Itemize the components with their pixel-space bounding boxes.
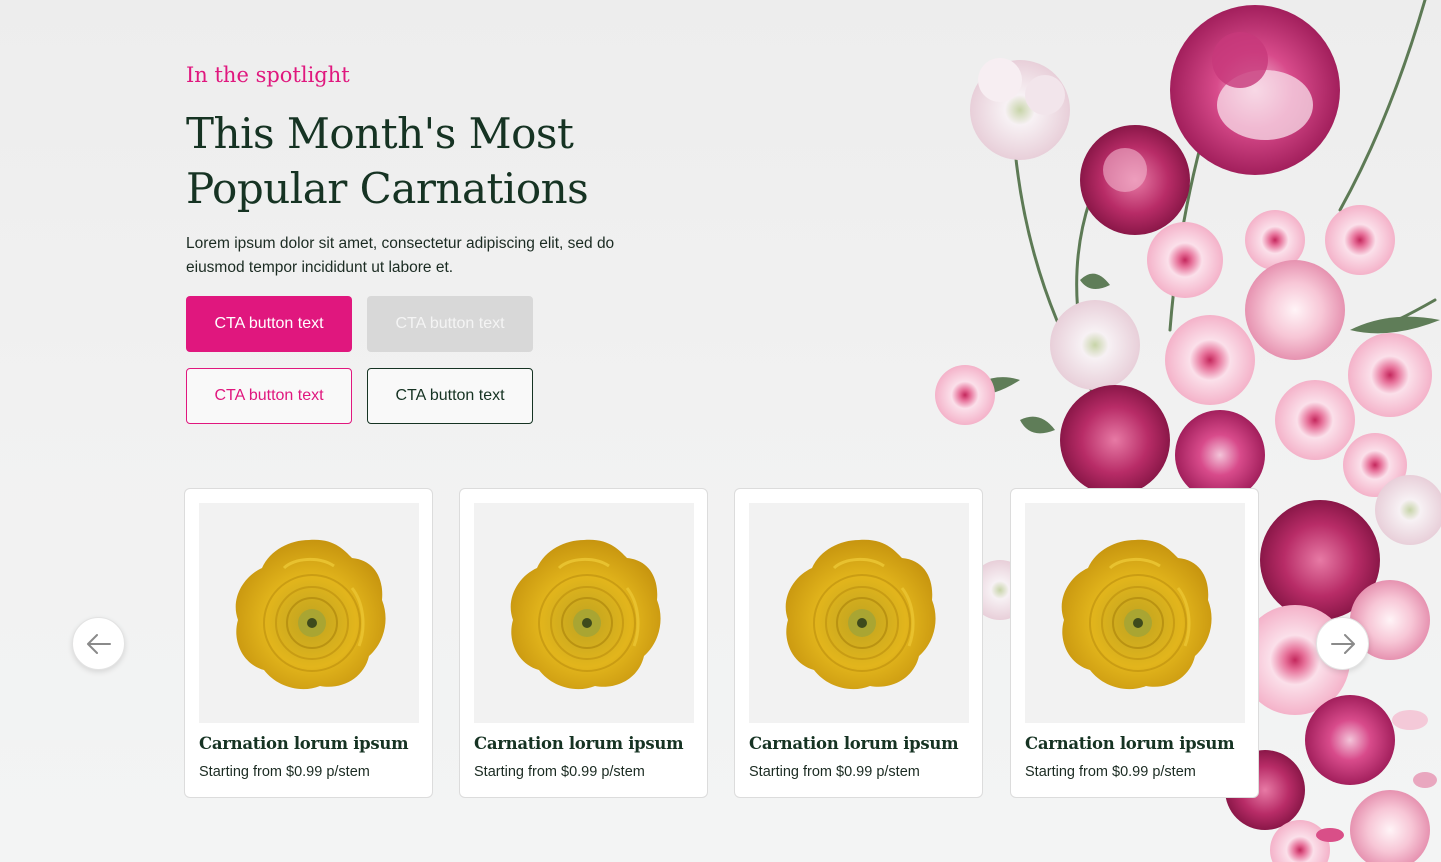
carousel-prev-button[interactable] bbox=[72, 617, 125, 670]
arrow-right-icon bbox=[1330, 633, 1355, 654]
product-price: Starting from $0.99 p/stem bbox=[749, 764, 920, 780]
yellow-ranunculus-image bbox=[234, 538, 388, 691]
product-title: Carnation lorum ipsum bbox=[199, 734, 409, 753]
product-title: Carnation lorum ipsum bbox=[474, 734, 684, 753]
cta-disabled-button[interactable]: CTA button text bbox=[367, 296, 533, 352]
product-image bbox=[474, 503, 694, 723]
product-title: Carnation lorum ipsum bbox=[749, 734, 959, 753]
page-title: This Month's Most Popular Carnations bbox=[186, 109, 589, 213]
product-price: Starting from $0.99 p/stem bbox=[1025, 764, 1196, 780]
page: In the spotlight This Month's Most Popul… bbox=[0, 0, 1441, 862]
carousel-next-button[interactable] bbox=[1316, 617, 1369, 670]
eyebrow-label: In the spotlight bbox=[186, 63, 350, 87]
product-image bbox=[199, 503, 419, 723]
product-image bbox=[749, 503, 969, 723]
cta-primary-button[interactable]: CTA button text bbox=[186, 296, 352, 352]
product-card[interactable]: Carnation lorum ipsum Starting from $0.9… bbox=[734, 488, 983, 798]
product-card[interactable]: Carnation lorum ipsum Starting from $0.9… bbox=[1010, 488, 1259, 798]
yellow-ranunculus-image bbox=[1060, 538, 1214, 691]
product-title: Carnation lorum ipsum bbox=[1025, 734, 1235, 753]
hero-description: Lorem ipsum dolor sit amet, consectetur … bbox=[186, 235, 615, 276]
product-image bbox=[1025, 503, 1245, 723]
cta-outline-pink-button[interactable]: CTA button text bbox=[186, 368, 352, 424]
cta-outline-dark-button[interactable]: CTA button text bbox=[367, 368, 533, 424]
product-price: Starting from $0.99 p/stem bbox=[474, 764, 645, 780]
yellow-ranunculus-image bbox=[509, 538, 663, 691]
arrow-left-icon bbox=[86, 633, 111, 654]
product-card[interactable]: Carnation lorum ipsum Starting from $0.9… bbox=[459, 488, 708, 798]
yellow-ranunculus-image bbox=[784, 538, 938, 691]
product-card[interactable]: Carnation lorum ipsum Starting from $0.9… bbox=[184, 488, 433, 798]
product-price: Starting from $0.99 p/stem bbox=[199, 764, 370, 780]
